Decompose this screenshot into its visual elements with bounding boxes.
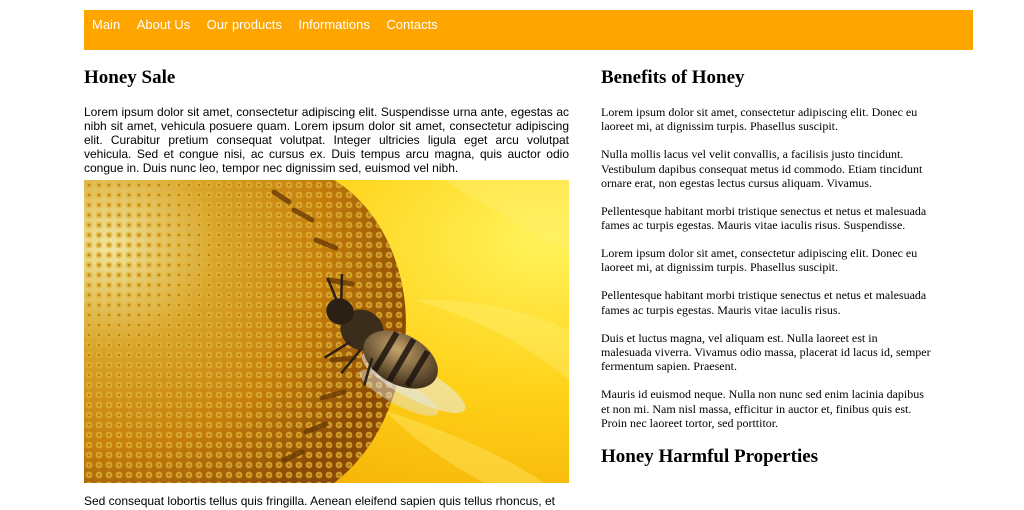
nav-menu: Main About Us Our products Informations … [84,10,973,39]
page-title: Honey Sale [84,67,176,88]
bee-on-sunflower-image [84,180,569,483]
benefits-paragraph: Lorem ipsum dolor sit amet, consectetur … [601,246,918,275]
harmful-properties-title: Honey Harmful Properties [601,446,819,468]
trailing-paragraph: Sed consequat lobortis tellus quis fring… [84,494,555,508]
nav-item-contacts[interactable]: Contacts [386,17,437,32]
benefits-paragraph: Pellentesque habitant morbi tristique se… [601,203,927,233]
nav-item-informations[interactable]: Informations [298,17,370,32]
nav-item-about-us[interactable]: About Us [137,17,190,32]
benefits-paragraph: Mauris id euismod neque. Nulla non nunc … [601,387,924,430]
nav-item-main[interactable]: Main [92,17,120,32]
top-navbar: Main About Us Our products Informations … [84,10,973,50]
benefits-paragraph: Duis et luctus magna, vel aliquam est. N… [601,330,931,374]
benefits-paragraph: Lorem ipsum dolor sit amet, consectetur … [601,105,918,134]
benefits-paragraph: Pellentesque habitant morbi tristique se… [601,288,927,317]
intro-paragraph: Lorem ipsum dolor sit amet, consectetur … [84,105,569,175]
benefits-paragraph: Nulla mollis lacus vel velit convallis, … [601,147,923,190]
nav-item-our-products[interactable]: Our products [207,17,282,32]
side-column: Benefits of Honey Lorem ipsum dolor sit … [601,66,931,469]
benefits-title: Benefits of Honey [601,67,745,88]
main-column: Honey Sale Lorem ipsum dolor sit amet, c… [84,66,569,508]
